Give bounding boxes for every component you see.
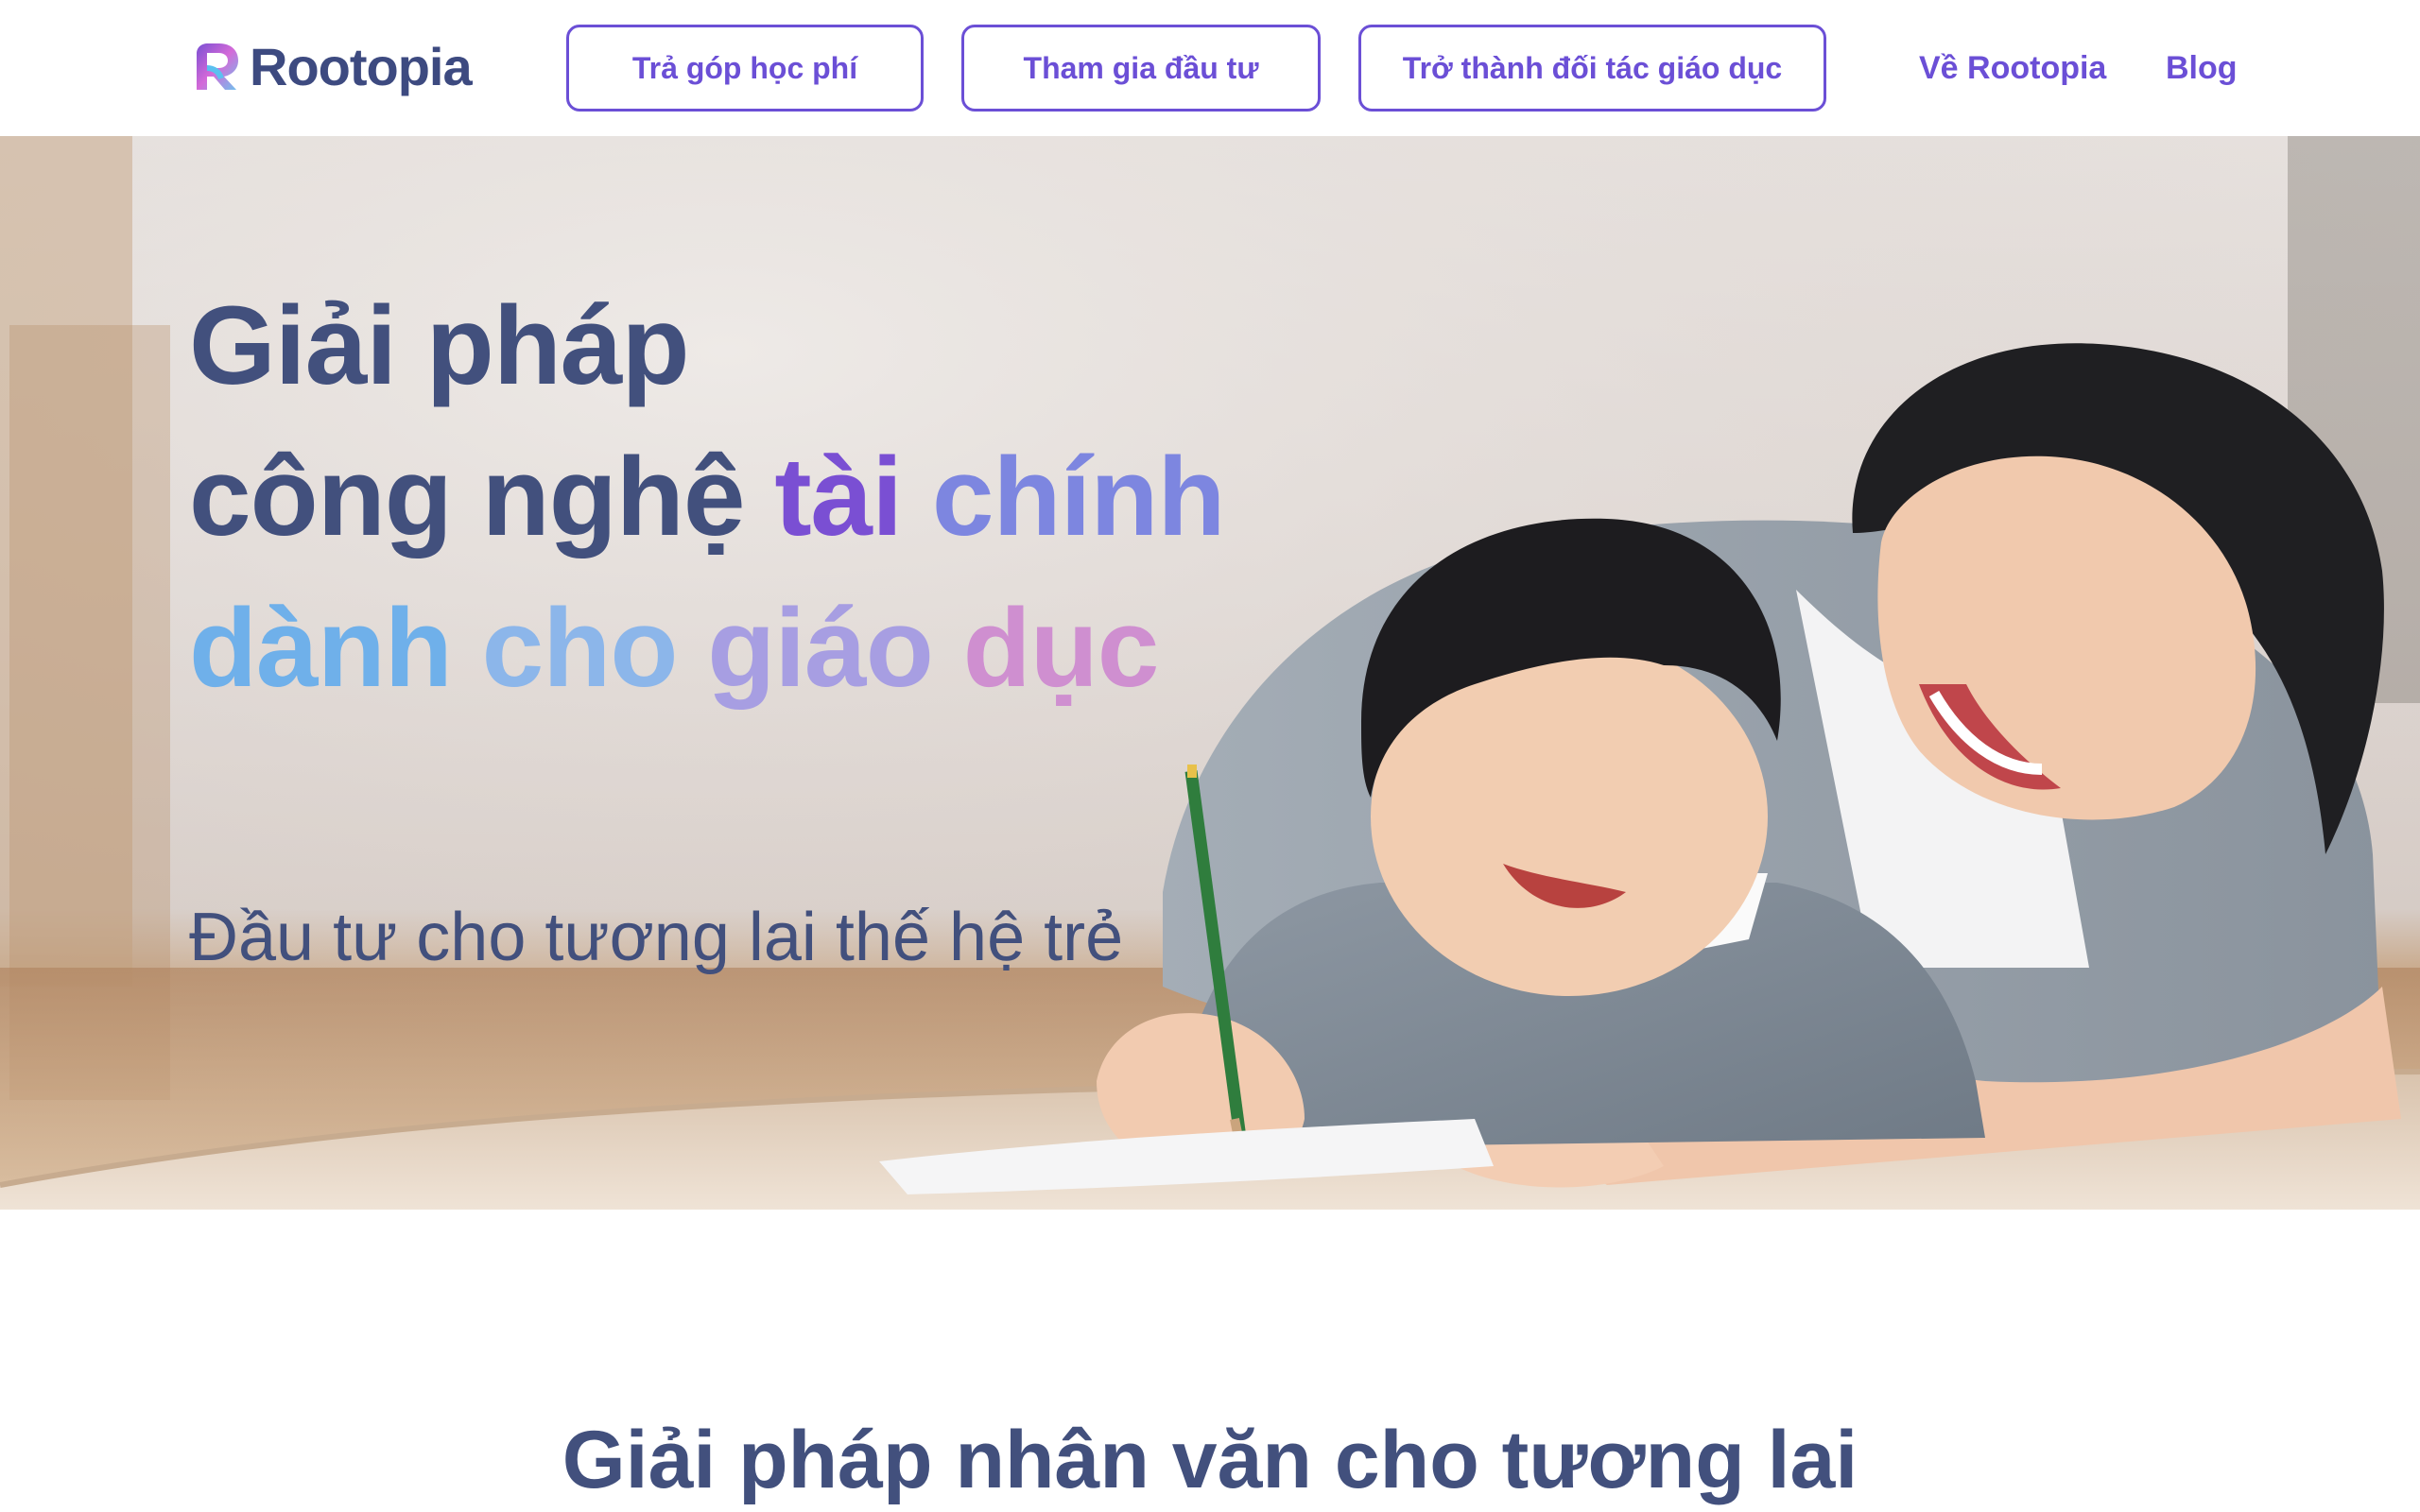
site-header: Rootopia Trả góp học phí Tham gia đầu tư… (0, 0, 2420, 136)
rootopia-logo[interactable]: Rootopia (193, 36, 473, 98)
hero-headline: Giải pháp công nghệ tài chính dành cho g… (189, 270, 1226, 724)
section-title: Giải pháp nhân văn cho tương lai (562, 1415, 1858, 1505)
join-investment-button[interactable]: Tham gia đầu tư (961, 25, 1321, 112)
headline-accent-chinh: chính (931, 435, 1226, 559)
become-partner-button[interactable]: Trở thành đối tác giáo dục (1358, 25, 1826, 112)
logo-text: Rootopia (250, 37, 473, 96)
nav-link-blog[interactable]: Blog (2166, 47, 2238, 89)
headline-accent-tai: tài (774, 435, 903, 559)
headline-line-1: Giải pháp (189, 270, 1224, 421)
hero-banner: Giải pháp công nghệ tài chính dành cho g… (0, 136, 2420, 1210)
headline-text-2: công nghệ (189, 435, 746, 559)
headline-accent-duc: dục (962, 586, 1160, 711)
headline-accent-giao: giáo (707, 586, 934, 711)
rootopia-logo-icon (197, 43, 238, 90)
hero-subheadline: Đầu tư cho tương lai thế hệ trẻ (189, 900, 1124, 975)
nav-link-about[interactable]: Về Rootopia (1919, 47, 2106, 89)
installment-tuition-button[interactable]: Trả góp học phí (566, 25, 924, 112)
headline-text-1: Giải pháp (189, 284, 690, 408)
headline-line-3: dành cho giáo dục (189, 573, 1224, 724)
headline-accent-danh: dành (189, 586, 453, 711)
headline-line-2: công nghệ tài chính (189, 421, 1226, 573)
headline-accent-cho: cho (481, 586, 679, 711)
